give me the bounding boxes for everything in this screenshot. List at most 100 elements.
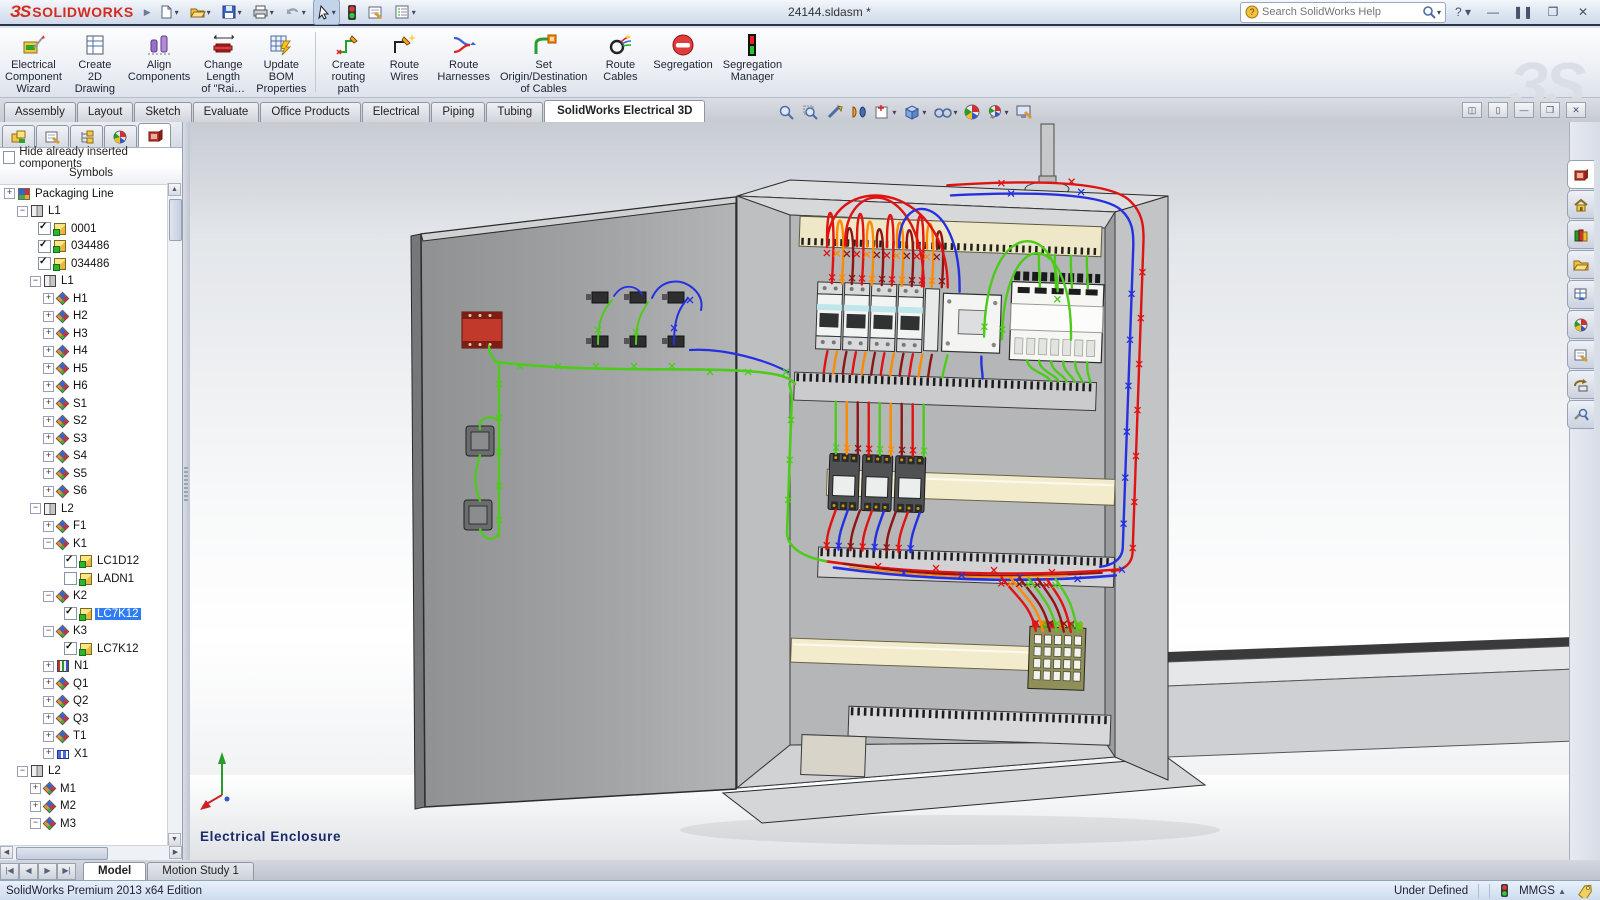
tree-row[interactable]: + F1: [0, 518, 168, 536]
restore-button[interactable]: ❐: [1540, 3, 1566, 21]
vertical-scroll-thumb[interactable]: [169, 199, 182, 241]
undo-button[interactable]: ▾: [281, 0, 309, 24]
tree-row[interactable]: + X1: [0, 745, 168, 763]
child-restore-icon[interactable]: ❐: [1540, 102, 1560, 118]
design-library-icon[interactable]: [1567, 220, 1594, 249]
tree-expander[interactable]: −: [43, 626, 54, 637]
tree-expander[interactable]: −: [30, 276, 41, 287]
hide-inserted-checkbox[interactable]: [3, 151, 15, 164]
tree-row[interactable]: + S1: [0, 395, 168, 413]
tree-row[interactable]: LC1D12: [0, 553, 168, 571]
update-bom-properties-button[interactable]: Update BOM Properties: [251, 30, 311, 96]
tree-expander[interactable]: +: [43, 486, 54, 497]
help-button[interactable]: ? ▾: [1450, 3, 1476, 21]
components-tab-icon[interactable]: [2, 125, 35, 147]
tree-expander[interactable]: +: [43, 468, 54, 479]
appearances-icon[interactable]: [964, 104, 980, 120]
custom-properties-icon[interactable]: [1567, 340, 1594, 369]
tree-expander[interactable]: +: [30, 801, 41, 812]
display-style-icon[interactable]: ▾: [903, 104, 926, 120]
tree-expander[interactable]: +: [43, 311, 54, 322]
tree-expander[interactable]: +: [43, 398, 54, 409]
tree-row[interactable]: LC7K12: [0, 605, 168, 623]
tree-row[interactable]: + S4: [0, 448, 168, 466]
tree-row[interactable]: − L1: [0, 273, 168, 291]
document-view-tab[interactable]: Motion Study 1: [147, 862, 254, 880]
tree-expander[interactable]: −: [17, 766, 28, 777]
command-tab[interactable]: Layout: [77, 102, 134, 122]
tree-row[interactable]: − M3: [0, 815, 168, 833]
tree-row[interactable]: + S2: [0, 413, 168, 431]
tree-row[interactable]: + Packaging Line: [0, 185, 168, 203]
tree-row[interactable]: + H4: [0, 343, 168, 361]
splitter-grip[interactable]: [184, 467, 188, 503]
tree-row[interactable]: + H2: [0, 308, 168, 326]
set-origin-destination-button[interactable]: Set Origin/Destination of Cables: [495, 30, 592, 96]
segregation-button[interactable]: Segregation: [648, 30, 717, 96]
open-button[interactable]: ▾: [186, 0, 214, 24]
appearance-tab-icon[interactable]: [104, 125, 137, 147]
tree-row[interactable]: − K1: [0, 535, 168, 553]
tree-row[interactable]: 0001: [0, 220, 168, 238]
scroll-up-arrow[interactable]: ▲: [168, 183, 181, 196]
tree-checkbox[interactable]: [64, 572, 77, 585]
tree-row[interactable]: LADN1: [0, 570, 168, 588]
tree-row[interactable]: + H1: [0, 290, 168, 308]
child-minimize-icon[interactable]: —: [1514, 102, 1534, 118]
units-selector[interactable]: MMGS ▲: [1519, 885, 1566, 897]
command-tab[interactable]: Electrical: [362, 102, 431, 122]
tree-expander[interactable]: +: [43, 381, 54, 392]
scroll-left-arrow[interactable]: ◀: [0, 846, 13, 859]
close-button[interactable]: ✕: [1570, 3, 1596, 21]
horizontal-scroll-thumb[interactable]: [16, 847, 108, 860]
tree-expander[interactable]: −: [30, 818, 41, 829]
tree-checkbox[interactable]: [38, 240, 51, 253]
print-button[interactable]: ▾: [249, 0, 277, 24]
hide-show-items-icon[interactable]: ▾: [933, 105, 957, 119]
command-tab[interactable]: Tubing: [486, 102, 543, 122]
search-input[interactable]: [1260, 5, 1422, 19]
tree-expander[interactable]: +: [43, 293, 54, 304]
select-cursor-button[interactable]: ▾: [313, 0, 340, 25]
view-palette-icon[interactable]: [1567, 280, 1594, 309]
tab-scroll-first-icon[interactable]: |◀: [0, 863, 19, 880]
child-close-icon[interactable]: ✕: [1566, 102, 1586, 118]
electrical-component-wizard-button[interactable]: Electrical Component Wizard: [0, 30, 67, 96]
tree-expander[interactable]: +: [43, 731, 54, 742]
tree-expander[interactable]: +: [43, 451, 54, 462]
tree-row[interactable]: 034486: [0, 238, 168, 256]
pane-split-icon[interactable]: ◫: [1462, 102, 1482, 118]
create-2d-drawing-button[interactable]: Create 2D Drawing: [67, 30, 123, 96]
command-tab[interactable]: SolidWorks Electrical 3D: [544, 100, 705, 122]
tree-row[interactable]: + H6: [0, 378, 168, 396]
tree-row[interactable]: + Q2: [0, 693, 168, 711]
properties-tab-icon[interactable]: [36, 125, 69, 147]
tree-row[interactable]: + N1: [0, 658, 168, 676]
options-list-button[interactable]: ▾: [391, 0, 419, 24]
tree-row[interactable]: 034486: [0, 255, 168, 273]
tree-expander[interactable]: −: [17, 206, 28, 217]
route-wires-button[interactable]: Route Wires: [376, 30, 432, 96]
tree-expander[interactable]: −: [30, 503, 41, 514]
tree-expander[interactable]: +: [43, 433, 54, 444]
command-tab[interactable]: Evaluate: [193, 102, 260, 122]
tree-row[interactable]: − L2: [0, 500, 168, 518]
tree-expander[interactable]: −: [43, 538, 54, 549]
help-search-box[interactable]: ? ▾: [1240, 2, 1446, 23]
zoom-area-icon[interactable]: [802, 104, 819, 120]
tree-checkbox[interactable]: [64, 555, 77, 568]
tree-expander[interactable]: +: [30, 783, 41, 794]
tree-vertical-scrollbar[interactable]: ▲ ▼: [167, 183, 182, 846]
tree-checkbox[interactable]: [38, 222, 51, 235]
tree-row[interactable]: + M2: [0, 798, 168, 816]
create-routing-path-button[interactable]: Create routing path: [320, 30, 376, 96]
tree-row[interactable]: − K3: [0, 623, 168, 641]
align-components-button[interactable]: Align Components: [123, 30, 195, 96]
command-tab[interactable]: Assembly: [4, 102, 76, 122]
tree-expander[interactable]: +: [43, 696, 54, 707]
electrical-content-icon[interactable]: [1567, 160, 1594, 189]
structure-tab-icon[interactable]: [70, 125, 103, 147]
notebook-icon[interactable]: [364, 0, 387, 24]
tree-row[interactable]: + S3: [0, 430, 168, 448]
segregation-manager-button[interactable]: Segregation Manager: [718, 30, 787, 96]
